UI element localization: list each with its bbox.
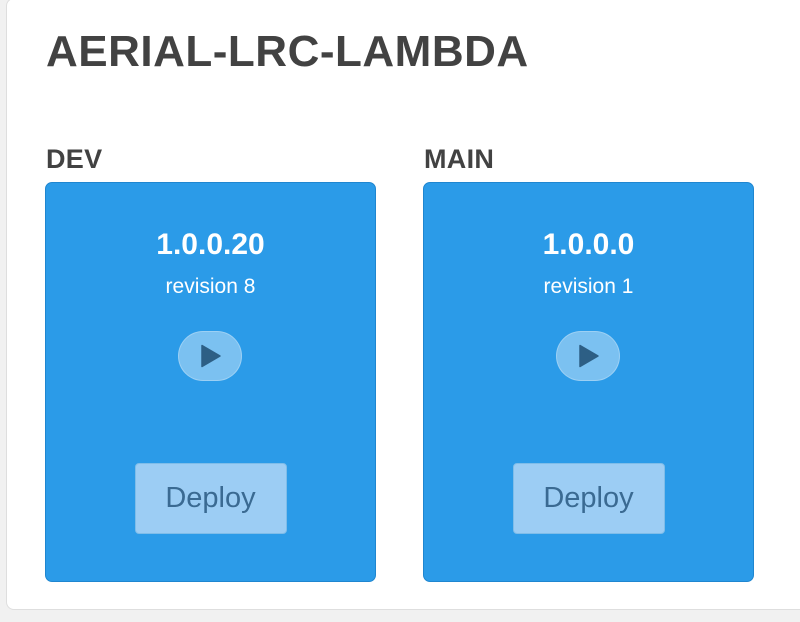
env-card-dev: 1.0.0.20 revision 8 Deploy — [45, 182, 376, 582]
deploy-button[interactable]: Deploy — [134, 463, 287, 534]
deploy-button[interactable]: Deploy — [512, 463, 665, 534]
env-label-dev: DEV — [46, 144, 103, 174]
revision-label: revision 8 — [165, 275, 256, 298]
run-button[interactable] — [177, 331, 242, 381]
version-number: 1.0.0.0 — [542, 228, 635, 261]
env-card-main: 1.0.0.0 revision 1 Deploy — [423, 182, 754, 582]
run-button[interactable] — [555, 331, 620, 381]
revision-label: revision 1 — [543, 275, 634, 298]
play-icon — [579, 344, 599, 368]
version-number: 1.0.0.20 — [156, 228, 265, 261]
env-label-main: MAIN — [424, 144, 495, 174]
page-title: AERIAL-LRC-LAMBDA — [46, 27, 529, 76]
play-icon — [201, 344, 221, 368]
